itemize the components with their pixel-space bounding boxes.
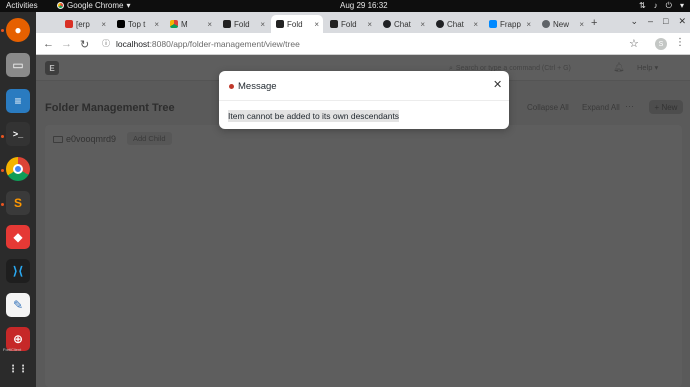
close-icon[interactable]: × <box>526 20 535 29</box>
new-tab-button[interactable]: + <box>591 17 597 29</box>
anydesk-icon[interactable]: ◆ <box>6 225 30 249</box>
url-host: localhost <box>116 39 150 49</box>
chevron-down-icon: ▾ <box>126 1 131 10</box>
vpn-label: FortiClient <box>3 347 22 352</box>
more-menu-button[interactable]: ··· <box>625 101 634 111</box>
erpnext-icon <box>276 20 284 28</box>
dock: ● ▭ ≡ >_ S ◆ ⟩⟨ ✎ ⊕ FortiClient ⋮⋮ <box>0 12 36 387</box>
tab-7[interactable]: Chat × <box>378 15 429 33</box>
chrome-menu-icon[interactable]: ⋮ <box>675 37 685 48</box>
erpnext-icon <box>223 20 231 28</box>
sublime-text-icon[interactable]: S <box>6 191 30 215</box>
clock[interactable]: Aug 29 16:32 <box>340 1 388 10</box>
close-icon[interactable]: × <box>579 20 588 29</box>
page-title: Folder Management Tree <box>45 102 175 114</box>
tree-panel: e0vooqmrd9 Add Child <box>45 125 682 387</box>
bookmark-star-icon[interactable]: ☆ <box>629 37 639 50</box>
chrome-icon[interactable] <box>6 157 30 181</box>
firefox-icon[interactable]: ● <box>6 18 30 42</box>
dialog-title: Message <box>238 81 277 92</box>
collapse-all-button[interactable]: Collapse All <box>527 103 569 112</box>
forward-icon[interactable]: → <box>61 38 72 50</box>
chat-icon <box>436 20 444 28</box>
reload-icon[interactable]: ↻ <box>80 38 89 51</box>
tab-10[interactable]: New × <box>537 15 588 33</box>
chat-icon <box>383 20 391 28</box>
close-icon[interactable]: × <box>207 20 216 29</box>
running-indicator <box>1 169 4 172</box>
message-dialog: Message ✕ Item cannot be added to its ow… <box>219 71 509 129</box>
erpnext-icon <box>330 20 338 28</box>
close-icon[interactable]: × <box>260 20 269 29</box>
frappe-icon <box>489 20 497 28</box>
close-icon[interactable]: × <box>154 20 163 29</box>
close-icon[interactable]: × <box>314 20 323 29</box>
new-tab-icon <box>542 20 550 28</box>
tab-strip: [erp × Top t × M × Fold × Fold × Fold × Chat × … <box>36 12 690 33</box>
site-icon <box>117 20 125 28</box>
app-menu[interactable]: Google Chrome ▾ <box>57 1 131 10</box>
writer-icon[interactable]: ≡ <box>6 89 30 113</box>
vscode-icon[interactable]: ⟩⟨ <box>6 259 30 283</box>
notification-bell-icon[interactable]: 🔔︎ <box>613 62 624 73</box>
window-controls: ⌄ – □ ✕ <box>630 16 686 27</box>
help-label: Help <box>637 63 653 72</box>
chrome-window: [erp × Top t × M × Fold × Fold × Fold × Chat × … <box>36 12 690 387</box>
tab-9[interactable]: Frapp × <box>484 15 535 33</box>
app-name: Google Chrome <box>67 1 124 10</box>
chevron-down-icon: ▾ <box>654 63 659 72</box>
url-path: :8080/app/folder-management/view/tree <box>149 39 300 49</box>
back-icon[interactable]: ← <box>43 38 54 50</box>
activities-button[interactable]: Activities <box>6 1 38 10</box>
site-icon <box>170 20 178 28</box>
system-tray[interactable]: ⇅ ♪ ⏻ ▾ <box>639 1 684 11</box>
text-editor-icon[interactable]: ✎ <box>6 293 30 317</box>
tab-6[interactable]: Fold × <box>325 15 376 33</box>
close-icon[interactable]: × <box>367 20 376 29</box>
close-window-icon[interactable]: ✕ <box>678 16 686 27</box>
chrome-icon <box>57 2 64 9</box>
close-icon[interactable]: × <box>420 20 429 29</box>
running-indicator <box>1 29 4 32</box>
running-indicator <box>1 203 4 206</box>
error-indicator <box>229 84 234 89</box>
tree-node-label[interactable]: e0vooqmrd9 <box>66 134 116 144</box>
close-icon[interactable]: × <box>473 20 482 29</box>
network-icon: ⇅ <box>638 1 646 10</box>
power-icon: ⏻ <box>665 1 672 10</box>
tab-2[interactable]: Top t × <box>112 15 163 33</box>
maximize-icon[interactable]: □ <box>663 16 668 27</box>
dialog-header: Message ✕ <box>219 71 509 101</box>
chevron-down-icon: ▾ <box>679 1 684 10</box>
tab-4[interactable]: Fold × <box>218 15 269 33</box>
expand-all-button[interactable]: Expand All <box>582 103 620 112</box>
gmail-icon <box>65 20 73 28</box>
minimize-icon[interactable]: – <box>648 16 653 27</box>
volume-icon: ♪ <box>653 1 658 10</box>
browser-toolbar: ← → ↻ ⓘ localhost:8080/app/folder-manage… <box>36 33 690 55</box>
show-apps-icon[interactable]: ⋮⋮ <box>6 357 30 381</box>
dialog-message: Item cannot be added to its own descenda… <box>228 110 400 122</box>
add-child-button[interactable]: Add Child <box>127 132 172 145</box>
terminal-icon[interactable]: >_ <box>6 122 30 146</box>
close-icon[interactable]: ✕ <box>493 78 502 91</box>
tab-3[interactable]: M × <box>165 15 216 33</box>
system-top-bar: Activities Google Chrome ▾ Aug 29 16:32 … <box>0 0 690 12</box>
help-dropdown[interactable]: Help ▾ <box>637 63 658 72</box>
folder-icon <box>53 136 63 143</box>
info-icon[interactable]: ⓘ <box>102 38 110 49</box>
app-logo[interactable]: E <box>45 61 59 75</box>
new-button[interactable]: + New <box>649 100 683 114</box>
address-bar[interactable]: ⓘ localhost:8080/app/folder-management/v… <box>98 36 643 52</box>
tab-search-icon[interactable]: ⌄ <box>630 16 638 27</box>
tab-1[interactable]: [erp × <box>60 15 110 33</box>
tab-8[interactable]: Chat × <box>431 15 482 33</box>
running-indicator <box>1 135 4 138</box>
files-icon[interactable]: ▭ <box>6 53 30 77</box>
close-icon[interactable]: × <box>101 20 110 29</box>
profile-avatar[interactable]: S <box>655 38 667 50</box>
tab-5-active[interactable]: Fold × <box>271 15 323 33</box>
